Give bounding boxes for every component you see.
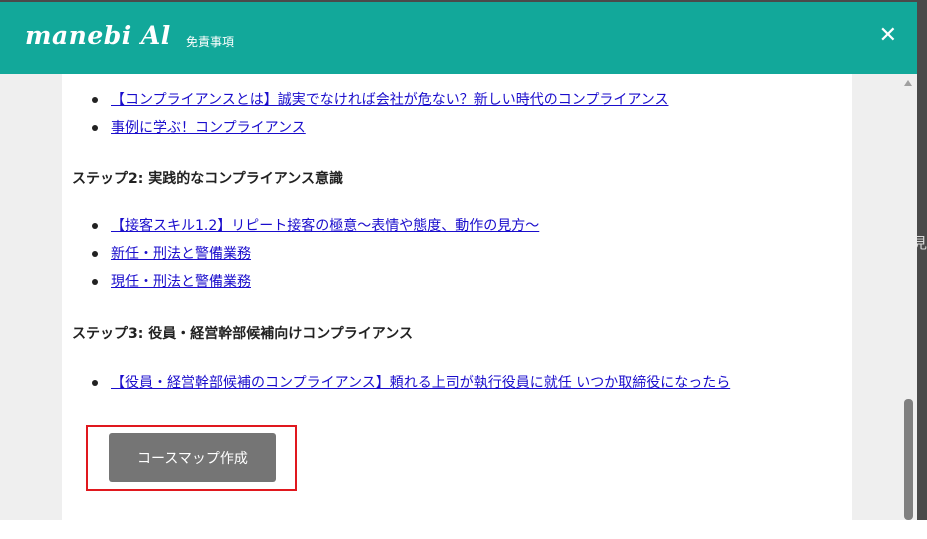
disclaimer-modal: manebi Al 免責事項 ✕ 【コンプライアンスとは】誠実でなければ会社が危… — [0, 2, 917, 520]
list-item: 【役員・経営幹部候補のコンプライアンス】頼れる上司が執行役員に就任 いつか取締役… — [92, 373, 730, 401]
course-link[interactable]: 【コンプライアンスとは】誠実でなければ会社が危ない？新しい時代のコンプライアンス — [111, 92, 668, 108]
list-item: 【接客スキル1.2】リピート接客の極意～表情や態度、動作の見方～ — [92, 216, 539, 244]
list-item: 【コンプライアンスとは】誠実でなければ会社が危ない？新しい時代のコンプライアンス — [92, 90, 668, 118]
modal-header: manebi Al 免責事項 ✕ — [0, 2, 917, 74]
course-link[interactable]: 新任・刑法と警備業務 — [111, 246, 251, 262]
link-list-step1: 【コンプライアンスとは】誠実でなければ会社が危ない？新しい時代のコンプライアンス… — [92, 90, 668, 146]
link-list-step2: 【接客スキル1.2】リピート接客の極意～表情や態度、動作の見方～ 新任・刑法と警… — [92, 216, 539, 300]
course-link[interactable]: 現任・刑法と警備業務 — [111, 274, 251, 290]
course-link[interactable]: 事例に学ぶ！コンプライアンス — [111, 120, 306, 136]
link-list-step3: 【役員・経営幹部候補のコンプライアンス】頼れる上司が執行役員に就任 いつか取締役… — [92, 373, 730, 401]
list-item: 現任・刑法と警備業務 — [92, 272, 539, 300]
scrollbar-thumb[interactable] — [904, 399, 913, 520]
modal-title: 免責事項 — [186, 35, 235, 49]
course-link[interactable]: 【接客スキル1.2】リピート接客の極意～表情や態度、動作の見方～ — [111, 218, 539, 234]
content-card: 【コンプライアンスとは】誠実でなければ会社が危ない？新しい時代のコンプライアンス… — [62, 74, 852, 520]
list-item: 事例に学ぶ！コンプライアンス — [92, 118, 668, 146]
course-link[interactable]: 【役員・経営幹部候補のコンプライアンス】頼れる上司が執行役員に就任 いつか取締役… — [111, 375, 730, 391]
create-course-map-button[interactable]: コースマップ作成 — [109, 433, 276, 482]
page-bottom-strip — [0, 520, 927, 539]
modal-body[interactable]: 【コンプライアンスとは】誠実でなければ会社が危ない？新しい時代のコンプライアンス… — [0, 74, 917, 520]
modal-scrollbar[interactable] — [900, 74, 917, 520]
list-item: 新任・刑法と警備業務 — [92, 244, 539, 272]
step2-heading: ステップ2: 実践的なコンプライアンス意識 — [72, 171, 343, 187]
manebi-logo: manebi Al — [25, 21, 171, 50]
close-icon[interactable]: ✕ — [879, 24, 897, 48]
step3-heading: ステップ3: 役員・経営幹部候補向けコンプライアンス — [72, 326, 413, 342]
scroll-up-icon[interactable] — [904, 80, 912, 86]
